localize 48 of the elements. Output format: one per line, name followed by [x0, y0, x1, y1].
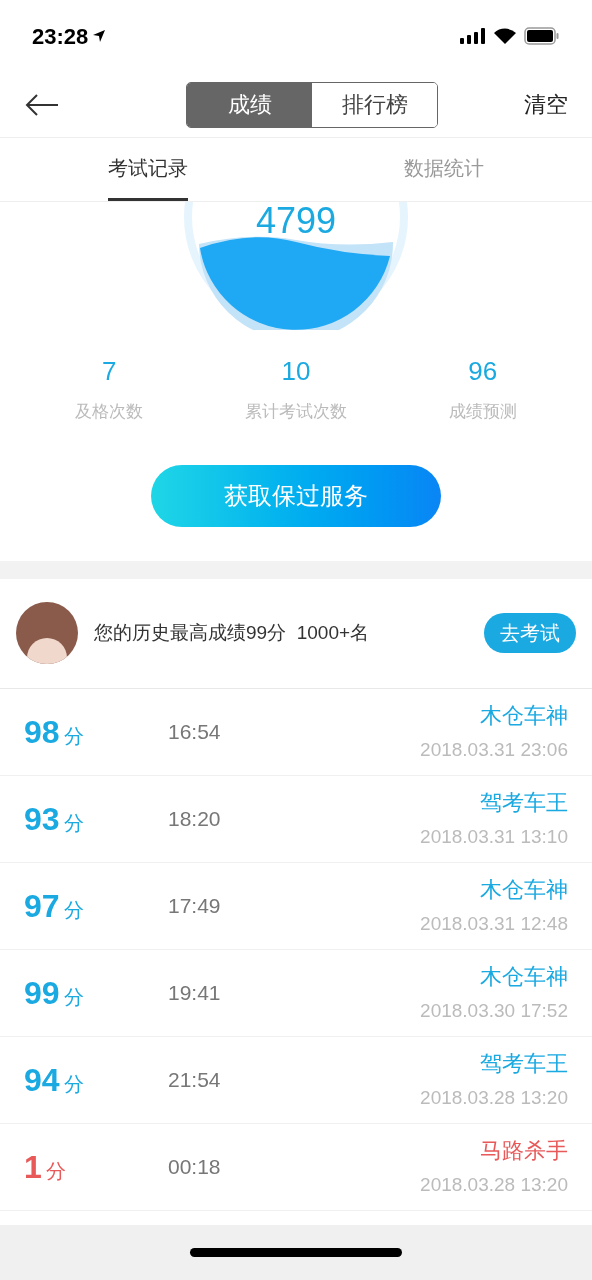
- score-unit: 分: [63, 1071, 84, 1097]
- stat-value: 7: [102, 355, 117, 388]
- record-date: 2018.03.31 12:48: [420, 911, 568, 936]
- tab[interactable]: 考试记录: [108, 138, 188, 201]
- duration: 16:54: [168, 718, 222, 745]
- score-unit: 分: [63, 897, 84, 923]
- rank-title: 马路杀手: [480, 1136, 568, 1165]
- rank-title: 木仓车神: [480, 701, 568, 730]
- score-unit: 分: [45, 1158, 66, 1184]
- segment-tab[interactable]: 成绩: [187, 82, 312, 127]
- stat-label: 成绩预测: [448, 401, 517, 423]
- rank-title: 木仓车神: [480, 962, 568, 991]
- record-date: 2018.03.30 17:52: [420, 998, 568, 1023]
- rank-title: 驾考车王: [480, 1049, 568, 1078]
- wifi-icon: [494, 28, 516, 44]
- score-value: 98: [24, 712, 60, 752]
- record-date: 2018.03.28 13:20: [420, 1172, 568, 1197]
- rank-title: 驾考车王: [480, 788, 568, 817]
- stat-label: 累计考试次数: [245, 401, 347, 423]
- best-score-text: 您的历史最高成绩99分 1000+名: [94, 620, 371, 645]
- battery-icon: [524, 27, 560, 45]
- score-value: 97: [24, 886, 60, 926]
- back-arrow-icon[interactable]: [24, 92, 60, 117]
- score-unit: 分: [63, 810, 84, 836]
- stat-label: 及格次数: [75, 401, 144, 423]
- gauge-value: 4799: [255, 202, 337, 243]
- duration: 21:54: [168, 1066, 222, 1093]
- duration: 18:20: [168, 805, 222, 832]
- clear-button[interactable]: 清空: [524, 88, 568, 121]
- score-value: 99: [24, 973, 60, 1013]
- duration: 19:41: [168, 979, 222, 1006]
- score-unit: 分: [63, 723, 84, 749]
- duration: 00:18: [168, 1153, 222, 1180]
- stat-value: 96: [468, 355, 498, 388]
- tab[interactable]: 数据统计: [404, 138, 484, 201]
- signal-icon: [460, 28, 486, 44]
- duration: 17:49: [168, 892, 222, 919]
- score-unit: 分: [63, 984, 84, 1010]
- score-value: 94: [24, 1060, 60, 1100]
- record-date: 2018.03.31 23:06: [420, 737, 568, 762]
- score-value: 93: [24, 799, 60, 839]
- rank-title: 木仓车神: [480, 875, 568, 904]
- record-date: 2018.03.28 13:20: [420, 1085, 568, 1110]
- status-time: 23:28: [32, 22, 89, 51]
- score-value: 1: [24, 1147, 42, 1187]
- location-icon: [92, 29, 107, 43]
- record-date: 2018.03.31 13:10: [420, 824, 568, 849]
- stat-value: 10: [281, 355, 311, 388]
